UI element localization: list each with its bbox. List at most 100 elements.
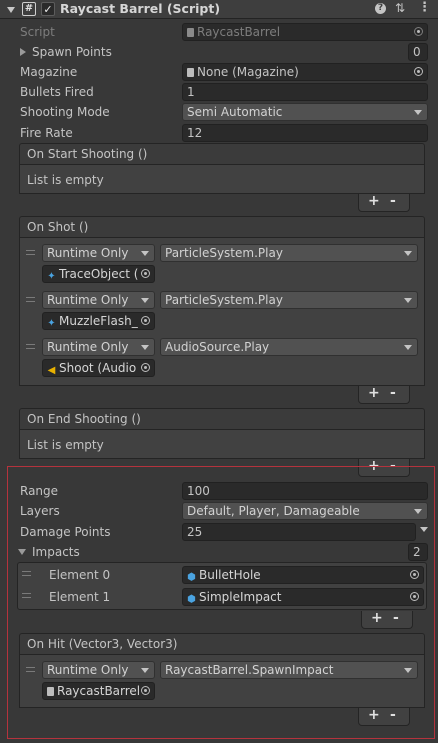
reorder-handle-icon[interactable] <box>26 250 35 255</box>
spawn-points-label[interactable]: Spawn Points <box>32 44 112 60</box>
remove-button[interactable]: - <box>390 458 396 474</box>
function-value: ParticleSystem.Play <box>165 246 283 260</box>
preset-sliders-icon[interactable]: ⇅ <box>395 1 405 15</box>
bullets-fired-field[interactable]: 1 <box>182 83 428 101</box>
target-value: MuzzleFlash_ <box>59 314 138 328</box>
remove-button[interactable]: - <box>390 707 396 723</box>
particle-system-icon: ✦ <box>47 271 56 282</box>
dropdown-arrow-icon <box>404 251 412 256</box>
script-file-icon <box>187 68 194 77</box>
range-field[interactable]: 100 <box>182 482 428 500</box>
on-shot-header: On Shot () <box>19 216 425 238</box>
runtime-mode-dropdown[interactable]: Runtime Only <box>42 244 155 262</box>
particle-system-icon: ✦ <box>47 318 56 329</box>
impacts-count[interactable]: 2 <box>408 543 428 561</box>
script-file-icon <box>187 28 194 37</box>
impact-element-field[interactable]: ⬢ SimpleImpact <box>182 588 424 606</box>
function-value: AudioSource.Play <box>165 340 270 354</box>
add-button[interactable]: + <box>368 458 380 474</box>
target-object-field[interactable]: ◀ Shoot (Audio <box>42 359 155 377</box>
object-picker-icon[interactable] <box>410 592 419 601</box>
object-picker-icon[interactable] <box>414 67 423 76</box>
runtime-mode-dropdown[interactable]: Runtime Only <box>42 661 155 679</box>
spawn-points-foldout-icon[interactable] <box>20 48 26 56</box>
on-start-shooting-body: List is empty <box>19 165 425 194</box>
runtime-mode-dropdown[interactable]: Runtime Only <box>42 338 155 356</box>
dropdown-arrow-icon <box>414 110 422 115</box>
reorder-handle-icon[interactable] <box>26 667 35 672</box>
target-object-field[interactable]: RaycastBarrel <box>42 682 155 700</box>
object-picker-icon[interactable] <box>410 570 419 579</box>
script-label: Script <box>20 25 55 39</box>
impact-element-value: SimpleImpact <box>199 590 282 604</box>
layers-value: Default, Player, Damageable <box>187 504 360 518</box>
list-empty-text: List is empty <box>27 438 104 452</box>
help-icon[interactable]: ? <box>375 3 386 14</box>
context-menu-icon[interactable]: ⋮ <box>418 0 431 15</box>
function-dropdown[interactable]: AudioSource.Play <box>160 338 418 356</box>
reorder-handle-icon[interactable] <box>22 571 31 576</box>
object-picker-icon[interactable] <box>141 316 150 325</box>
runtime-mode-value: Runtime Only <box>47 293 129 307</box>
script-file-icon <box>47 687 54 696</box>
shooting-mode-label: Shooting Mode <box>20 105 110 119</box>
function-dropdown[interactable]: RaycastBarrel.SpawnImpact <box>160 661 418 679</box>
damage-points-label: Damage Points <box>20 525 111 539</box>
impacts-label[interactable]: Impacts <box>32 544 80 560</box>
audio-source-icon: ◀ <box>47 365 56 376</box>
add-button[interactable]: + <box>371 610 383 626</box>
object-picker-icon[interactable] <box>141 363 150 372</box>
function-value: ParticleSystem.Play <box>165 293 283 307</box>
remove-button[interactable]: - <box>390 385 396 401</box>
list-empty-text: List is empty <box>27 173 104 187</box>
shooting-mode-dropdown[interactable]: Semi Automatic <box>182 103 428 121</box>
scroll-down-arrow-icon[interactable] <box>420 527 428 532</box>
object-picker-icon <box>414 27 423 36</box>
fire-rate-field[interactable]: 12 <box>182 124 428 142</box>
on-hit-header: On Hit (Vector3, Vector3) <box>19 633 425 655</box>
shooting-mode-value: Semi Automatic <box>187 105 283 119</box>
impact-element-field[interactable]: ⬢ BulletHole <box>182 566 424 584</box>
dropdown-arrow-icon <box>414 509 422 514</box>
remove-button[interactable]: - <box>393 610 399 626</box>
impact-element-label: Element 1 <box>49 590 111 604</box>
runtime-mode-value: Runtime Only <box>47 663 129 677</box>
impact-element-value: BulletHole <box>199 568 261 582</box>
magazine-field[interactable]: None (Magazine) <box>182 63 428 81</box>
impacts-foldout-icon[interactable] <box>18 549 26 555</box>
target-object-field[interactable]: ✦ MuzzleFlash_ <box>42 312 155 330</box>
dropdown-arrow-icon <box>141 298 149 303</box>
runtime-mode-value: Runtime Only <box>47 340 129 354</box>
target-value: Shoot (Audio <box>59 361 137 375</box>
layers-label: Layers <box>20 504 60 518</box>
foldout-arrow-icon[interactable] <box>7 7 15 13</box>
on-end-shooting-body: List is empty <box>19 430 425 459</box>
add-button[interactable]: + <box>368 385 380 401</box>
function-dropdown[interactable]: ParticleSystem.Play <box>160 291 418 309</box>
enabled-checkbox[interactable]: ✓ <box>41 2 55 16</box>
target-value: RaycastBarrel <box>57 684 141 698</box>
function-dropdown[interactable]: ParticleSystem.Play <box>160 244 418 262</box>
reorder-handle-icon[interactable] <box>22 593 31 598</box>
remove-button[interactable]: - <box>390 193 396 209</box>
dropdown-arrow-icon <box>404 345 412 350</box>
reorder-handle-icon[interactable] <box>26 344 35 349</box>
object-picker-icon[interactable] <box>141 269 150 278</box>
reorder-handle-icon[interactable] <box>26 297 35 302</box>
on-shot-add-remove: + - <box>358 385 410 404</box>
damage-points-field[interactable]: 25 <box>182 523 416 541</box>
spawn-points-count[interactable]: 0 <box>408 43 428 61</box>
impacts-add-remove: + - <box>361 610 413 629</box>
dropdown-arrow-icon <box>141 668 149 673</box>
layers-dropdown[interactable]: Default, Player, Damageable <box>182 502 428 520</box>
script-value: RaycastBarrel <box>197 25 281 39</box>
target-object-field[interactable]: ✦ TraceObject ( <box>42 265 155 283</box>
object-picker-icon[interactable] <box>141 686 150 695</box>
magazine-label: Magazine <box>20 65 78 79</box>
dropdown-arrow-icon <box>141 251 149 256</box>
add-button[interactable]: + <box>368 707 380 723</box>
runtime-mode-dropdown[interactable]: Runtime Only <box>42 291 155 309</box>
on-start-add-remove: + - <box>358 193 410 212</box>
add-button[interactable]: + <box>368 193 380 209</box>
target-value: TraceObject ( <box>59 267 139 281</box>
